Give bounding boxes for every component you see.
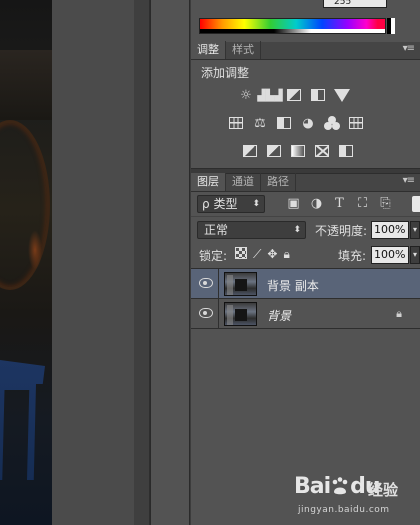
visibility-eye-icon[interactable] (199, 278, 213, 288)
layer-thumbnail[interactable] (224, 272, 257, 296)
adjustment-row-2: ⚖ ◕ (227, 114, 365, 132)
watermark-brand: Bai du (294, 474, 381, 499)
smart-object-filter-icon[interactable]: ⎘ (378, 196, 393, 211)
adjustment-filter-icon[interactable]: ◑ (309, 196, 324, 211)
adjustment-row-1: ☼ ▟▙▟ (237, 86, 351, 104)
adjustment-row-3 (241, 142, 355, 160)
updown-caret-icon: ⬍ (293, 225, 301, 235)
opacity-dropdown-arrow[interactable]: ▾ (410, 221, 420, 239)
tab-adjustments[interactable]: 调整 (191, 41, 226, 59)
filter-kind-label: 类型 (213, 197, 238, 211)
selective-color-icon[interactable] (337, 142, 355, 160)
layers-tabbar: 图层 通道 路径 ▾≡ (191, 173, 420, 192)
baidu-paw-icon (332, 477, 348, 495)
threshold-icon[interactable] (289, 142, 307, 160)
eye-column-divider (218, 269, 219, 299)
layer-filter-bar: ρ 类型 ⬍ ▣ ◑ T ⛶ ⎘ (191, 192, 420, 216)
lock-transparency-icon[interactable] (235, 247, 247, 259)
posterize-icon[interactable] (265, 142, 283, 160)
adjustments-tabbar: 调整 样式 ▾≡ (191, 41, 420, 60)
gradient-map-icon[interactable] (313, 142, 331, 160)
color-spectrum-ramp[interactable] (199, 18, 386, 34)
lock-icon-group: ⟋ ✥ 🔒︎ (235, 247, 290, 262)
canvas-scroll-edge[interactable] (134, 0, 150, 525)
photo-glow (28, 230, 42, 270)
opacity-label: 不透明度: (315, 224, 368, 238)
tab-paths[interactable]: 路径 (261, 173, 296, 191)
hue-saturation-icon[interactable] (227, 114, 245, 132)
layer-name[interactable]: 背景 副本 (267, 277, 319, 294)
watermark-url: jingyan.baidu.com (298, 505, 390, 515)
blend-mode-select[interactable]: 正常 ⬍ (197, 221, 306, 239)
color-panel: 255 (191, 0, 420, 42)
layer-locked-padlock-icon: 🔒︎ (396, 307, 402, 320)
layer-thumbnail[interactable] (224, 302, 257, 326)
fill-field[interactable]: 100% (371, 246, 409, 264)
search-icon: ρ (202, 197, 210, 211)
tab-layers[interactable]: 图层 (191, 173, 226, 191)
document-canvas-area[interactable] (0, 0, 150, 525)
curves-icon[interactable] (285, 86, 303, 104)
levels-icon[interactable]: ▟▙▟ (257, 86, 282, 104)
tab-styles[interactable]: 样式 (226, 41, 261, 59)
filter-toggle-switch[interactable] (412, 196, 420, 212)
fill-dropdown-arrow[interactable]: ▾ (410, 246, 420, 264)
watermark-chinese: 经验 (368, 481, 399, 499)
layers-panel-menu-icon[interactable]: ▾≡ (403, 175, 415, 186)
eye-column-divider (218, 299, 219, 329)
photo-shelf (0, 50, 52, 120)
canvas-photo[interactable] (0, 0, 52, 525)
blend-mode-row: 正常 ⬍ 不透明度: 100% ▾ (191, 216, 420, 242)
panel-menu-icon[interactable]: ▾≡ (403, 43, 415, 54)
opacity-field[interactable]: 100% (371, 221, 409, 239)
lock-row: 锁定: ⟋ ✥ 🔒︎ 填充: 100% ▾ (191, 242, 420, 268)
type-filter-icon[interactable]: T (332, 196, 347, 211)
updown-caret-icon: ⬍ (252, 199, 260, 209)
color-value-field[interactable]: 255 (323, 0, 387, 8)
filter-kind-select[interactable]: ρ 类型 ⬍ (197, 195, 265, 213)
layer-row-background-copy[interactable]: 背景 副本 (191, 269, 420, 299)
lock-position-move-icon[interactable]: ✥ (267, 247, 277, 262)
lock-image-brush-icon[interactable]: ⟋ (253, 247, 261, 262)
watermark-brand-prefix: Bai (294, 474, 331, 499)
lock-label: 锁定: (199, 249, 228, 263)
baidu-jingyan-watermark: Bai du 经验 jingyan.baidu.com (290, 470, 420, 525)
blend-mode-value: 正常 (204, 223, 229, 237)
tab-channels[interactable]: 通道 (226, 173, 261, 191)
right-panel-stack: 255 调整 样式 ▾≡ 添加调整 ☼ ▟▙▟ ⚖ ◕ 图层 通道 路径 ▾≡ … (191, 0, 420, 525)
vibrance-icon[interactable] (333, 86, 351, 104)
color-lookup-icon[interactable] (347, 114, 365, 132)
brightness-icon[interactable]: ☼ (237, 86, 255, 104)
canvas-pasteboard (52, 0, 134, 525)
shape-filter-icon[interactable]: ⛶ (355, 196, 370, 211)
black-white-icon[interactable] (275, 114, 293, 132)
color-balance-icon[interactable]: ⚖ (251, 114, 269, 132)
layer-row-background[interactable]: 背景 🔒︎ (191, 299, 420, 329)
image-filter-icon[interactable]: ▣ (286, 196, 301, 211)
filter-icon-group: ▣ ◑ T ⛶ ⎘ (286, 196, 393, 211)
fill-label: 填充: (338, 249, 367, 263)
visibility-eye-icon[interactable] (199, 308, 213, 318)
invert-icon[interactable] (241, 142, 259, 160)
photo-filter-icon[interactable]: ◕ (299, 114, 317, 132)
exposure-icon[interactable] (309, 86, 327, 104)
channel-mixer-icon[interactable] (323, 114, 341, 132)
photo-stool (0, 360, 45, 480)
layers-list: 背景 副本 背景 🔒︎ (191, 268, 420, 329)
adjustments-title: 添加调整 (201, 66, 250, 80)
panel-dock-strip (150, 0, 190, 525)
lock-all-padlock-icon[interactable]: 🔒︎ (283, 247, 289, 262)
layer-name[interactable]: 背景 (267, 307, 291, 324)
white-swatch[interactable] (391, 18, 395, 34)
photo-wheel (0, 120, 50, 290)
adjustments-panel: 添加调整 ☼ ▟▙▟ ⚖ ◕ (191, 60, 420, 168)
